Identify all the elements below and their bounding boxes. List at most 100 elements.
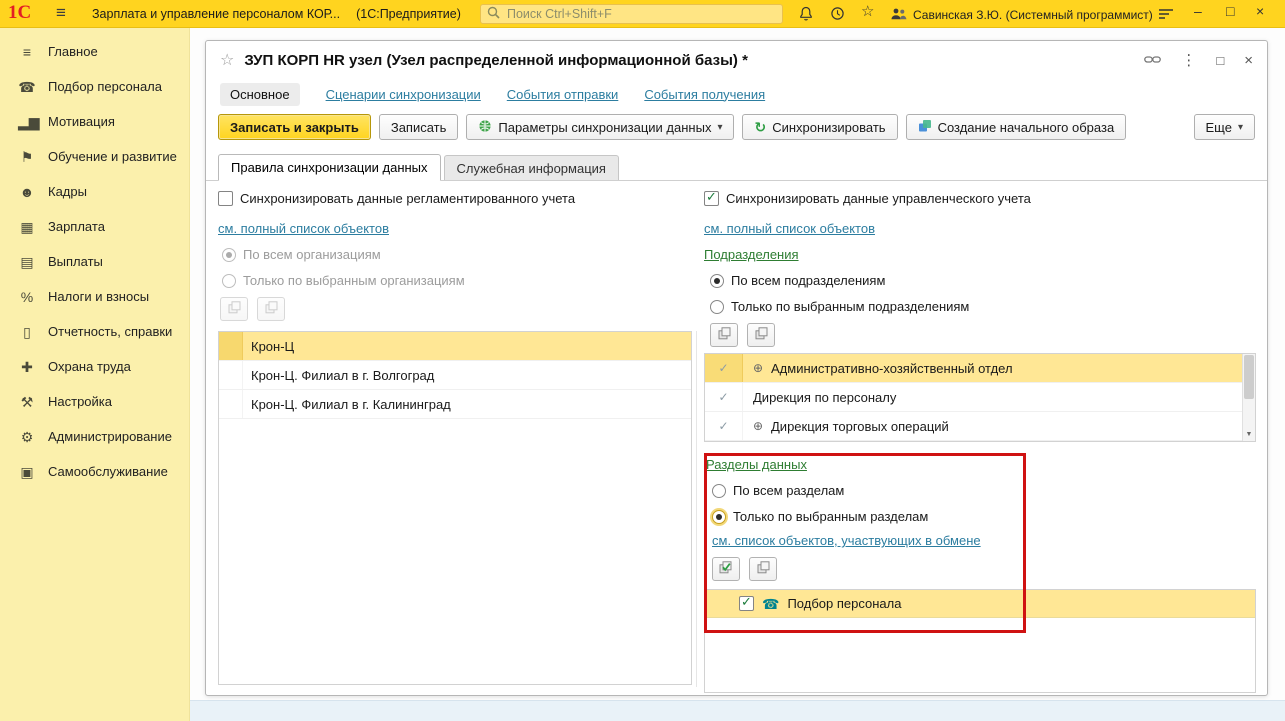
tab-service-info[interactable]: Служебная информация [443,155,619,180]
sidebar-item-main[interactable]: ≡ Главное [0,34,189,69]
app-title-group: Зарплата и управление персоналом КОР... … [92,7,461,21]
synchronize-button[interactable]: ↻ Синхронизировать [742,114,898,140]
data-sections-list: ☎ Подбор персонала [704,589,1256,693]
reg-data-checkbox[interactable] [218,191,233,206]
sidebar-item-administration[interactable]: ⚙ Администрирование [0,419,189,454]
sidebar-item-settings[interactable]: ⚒ Настройка [0,384,189,419]
link-icon[interactable] [1144,54,1162,67]
radio-selected-orgs[interactable] [222,273,236,288]
nav-link-receive-events[interactable]: События получения [644,87,765,102]
menu-icon: ≡ [22,43,32,60]
safety-icon: ✚ [21,358,33,375]
panel-splitter[interactable] [696,331,697,687]
form-maximize-icon[interactable]: □ [1216,54,1224,67]
window-minimize-button[interactable]: – [1194,4,1202,18]
window-maximize-button[interactable]: □ [1226,4,1234,18]
expand-icon[interactable]: ⊕ [749,419,767,433]
mgmt-data-checkbox[interactable] [704,189,719,206]
window-close-button[interactable]: × [1256,4,1264,18]
form-header: ☆ ЗУП КОРП HR узел (Узел распределенной … [206,41,1267,79]
radio-all-depts[interactable] [710,273,724,288]
form-window: ☆ ЗУП КОРП HR узел (Узел распределенной … [205,40,1268,696]
phone-icon: ☎ [18,78,36,95]
org-copy-button[interactable] [257,297,285,321]
organization-row[interactable]: Крон-Ц. Филиал в г. Волгоград [219,361,691,390]
sidebar-item-training[interactable]: ⚑ Обучение и развитие [0,139,189,174]
main-menu-icon[interactable]: ≡ [56,3,66,23]
sidebar-item-reports[interactable]: ▯ Отчетность, справки [0,314,189,349]
radio-selected-depts-row: Только по выбранным подразделениям [710,299,969,314]
section-sidebar: ≡ Главное ☎ Подбор персонала ▂▆ Мотивация ⚑… [0,28,190,721]
used-check-icon: ✓ [705,354,743,382]
see-all-objects-link-right[interactable]: см. полный список объектов [704,221,875,236]
person-icon: ☻ [19,183,35,200]
departments-scrollbar[interactable]: ▼ [1242,354,1255,441]
radio-all-orgs[interactable] [222,247,236,262]
sync-params-button[interactable]: Параметры синхронизации данных ▾ [466,114,735,140]
clear-all-flags-button[interactable] [749,557,777,581]
copy-icon [755,327,768,343]
favorites-star-icon[interactable]: ☆ [861,4,874,19]
mgmt-data-checkbox-row: Синхронизировать данные управленческого … [704,189,1031,206]
row-marker [219,390,243,418]
sidebar-item-recruiting[interactable]: ☎ Подбор персонала [0,69,189,104]
document-icon: ▯ [23,323,31,340]
copy-icon [265,301,278,317]
more-options-icon[interactable]: ⋮ [1181,53,1196,68]
taskbar-strip [190,700,1285,721]
notifications-bell-icon[interactable] [799,6,813,24]
exchange-objects-link[interactable]: см. список объектов, участвующих в обмен… [712,533,981,548]
sidebar-item-payments[interactable]: ▤ Выплаты [0,244,189,279]
organization-row[interactable]: Крон-Ц. Филиал в г. Калининград [219,390,691,419]
departments-link[interactable]: Подразделения [704,247,799,262]
sidebar-item-hr[interactable]: ☻ Кадры [0,174,189,209]
data-sections-link[interactable]: Разделы данных [706,457,807,472]
percent-icon: % [20,288,34,305]
chevron-down-icon: ▾ [717,121,723,133]
nav-tab-main[interactable]: Основное [220,82,300,106]
department-row[interactable]: ✓ ⊕ Административно-хозяйственный отдел [705,354,1255,383]
data-section-row[interactable]: ☎ Подбор персонала [705,590,1255,618]
save-close-button[interactable]: Записать и закрыть [218,114,371,140]
expand-icon[interactable]: ⊕ [749,361,767,375]
scroll-down-icon[interactable]: ▼ [1243,428,1255,441]
nav-link-send-events[interactable]: События отправки [507,87,619,102]
department-row[interactable]: ✓ Дирекция по персоналу [705,383,1255,412]
initial-image-button[interactable]: Создание начального образа [905,114,1127,140]
form-close-icon[interactable]: × [1244,53,1253,68]
organization-row[interactable]: Крон-Ц [219,332,691,361]
nav-link-sync-scenarios[interactable]: Сценарии синхронизации [326,87,481,102]
used-check-icon: ✓ [705,383,743,411]
quick-functions-icon[interactable] [1158,8,1174,22]
globe-icon [478,119,492,136]
sidebar-item-motivation[interactable]: ▂▆ Мотивация [0,104,189,139]
dept-pick-button[interactable] [710,323,738,347]
set-all-flags-button[interactable] [712,557,740,581]
history-icon[interactable] [830,6,845,23]
current-user[interactable]: Савинская З.Ю. (Системный программист) [913,8,1153,22]
save-button[interactable]: Записать [378,114,459,140]
org-pick-button[interactable] [220,297,248,321]
search-input[interactable] [505,6,776,22]
scrollbar-thumb[interactable] [1244,355,1254,399]
radio-selected-depts[interactable] [710,299,724,314]
department-row[interactable]: ✓ ⊕ Дирекция торговых операций [705,412,1255,441]
radio-selected-sections[interactable] [712,509,726,524]
users-icon[interactable] [890,7,907,23]
1c-logo: 1С [8,2,32,23]
form-favorite-star-icon[interactable]: ☆ [220,50,234,70]
more-button[interactable]: Еще ▾ [1193,114,1255,140]
form-content: Синхронизировать данные регламентированн… [206,181,1267,697]
see-all-objects-link-left[interactable]: см. полный список объектов [218,221,389,236]
sidebar-item-taxes[interactable]: % Налоги и взносы [0,279,189,314]
sidebar-item-salary[interactable]: ▦ Зарплата [0,209,189,244]
global-search[interactable] [480,4,783,24]
radio-all-sections[interactable] [712,483,726,498]
sidebar-item-labor-safety[interactable]: ✚ Охрана труда [0,349,189,384]
uncheck-all-icon [757,561,770,577]
flag-icon: ⚑ [20,148,34,165]
dept-copy-button[interactable] [747,323,775,347]
sidebar-item-self-service[interactable]: ▣ Самообслуживание [0,454,189,489]
section-checkbox[interactable] [739,594,754,611]
tab-sync-rules[interactable]: Правила синхронизации данных [218,154,441,181]
